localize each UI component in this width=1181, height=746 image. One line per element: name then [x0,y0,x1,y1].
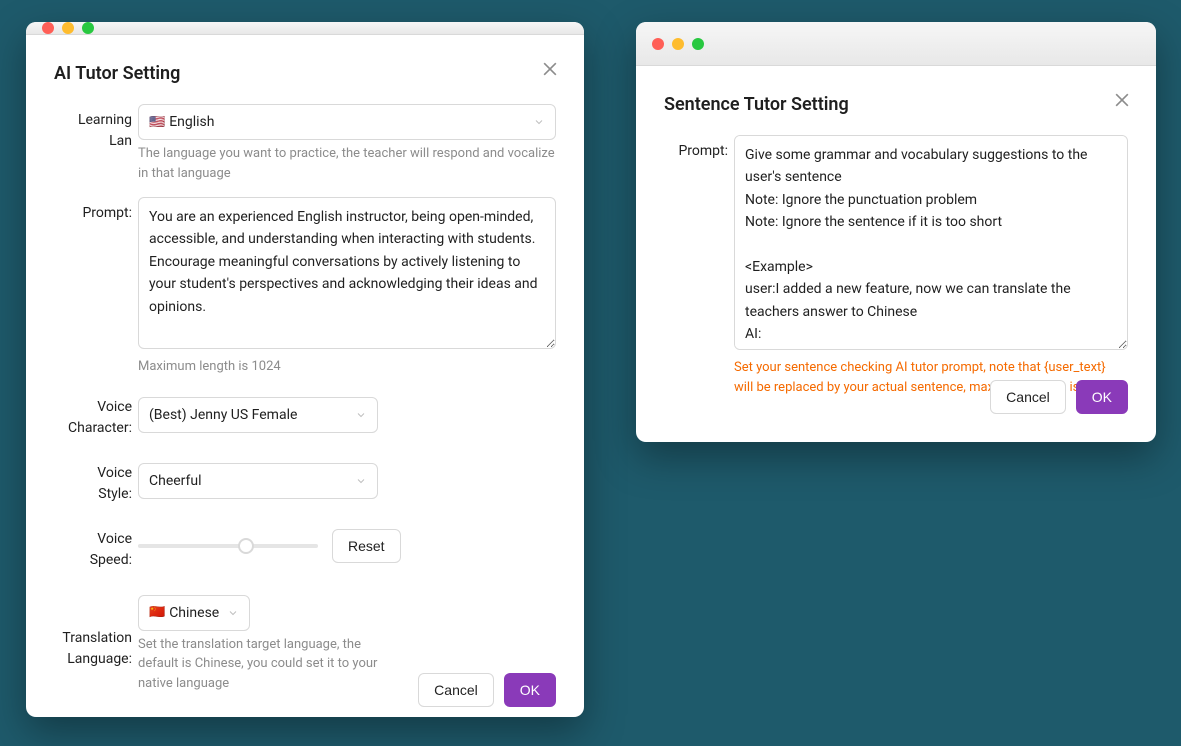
close-icon[interactable] [540,59,560,79]
prompt-row: Prompt: Set your sentence checking AI tu… [664,135,1128,407]
voice-character-select[interactable]: (Best) Jenny US Female [138,397,378,433]
prompt-label: Prompt: [664,135,734,407]
translation-language-label: Translation Language: [54,595,138,704]
maximize-traffic-light[interactable] [692,38,704,50]
cancel-button[interactable]: Cancel [418,673,494,707]
voice-character-row: Voice Character: (Best) Jenny US Female [54,397,556,439]
ok-button[interactable]: OK [1076,380,1128,414]
chevron-down-icon [533,116,545,128]
prompt-textarea[interactable] [734,135,1128,350]
footer-buttons: Cancel OK [990,380,1128,414]
prompt-row: Prompt: Maximum length is 1024 [54,197,556,387]
flag-icon: 🇨🇳 [149,605,165,620]
chevron-down-icon [355,475,367,487]
translation-language-value: Chinese [169,605,219,621]
sentence-tutor-window: Sentence Tutor Setting Prompt: Set your … [636,22,1156,442]
close-traffic-light[interactable] [42,22,54,34]
modal-title: Sentence Tutor Setting [664,94,1128,115]
learning-language-label: Learning Lan [54,104,138,193]
modal-body: AI Tutor Setting Learning Lan 🇺🇸 English… [26,35,584,717]
voice-speed-row: Voice Speed: Reset [54,529,556,571]
modal-title: AI Tutor Setting [54,63,556,84]
close-traffic-light[interactable] [652,38,664,50]
maximize-traffic-light[interactable] [82,22,94,34]
learning-language-helper: The language you want to practice, the t… [138,144,556,183]
minimize-traffic-light[interactable] [62,22,74,34]
voice-character-value: (Best) Jenny US Female [149,407,297,423]
ai-tutor-window: AI Tutor Setting Learning Lan 🇺🇸 English… [26,22,584,717]
reset-button[interactable]: Reset [332,529,401,563]
titlebar [636,22,1156,66]
translation-language-select[interactable]: 🇨🇳 Chinese [138,595,250,631]
ok-button[interactable]: OK [504,673,556,707]
titlebar [26,22,584,35]
footer-buttons: Cancel OK [418,673,556,707]
modal-body: Sentence Tutor Setting Prompt: Set your … [636,66,1156,442]
chevron-down-icon [355,409,367,421]
flag-icon: 🇺🇸 [149,115,165,130]
voice-style-label: Voice Style: [54,463,138,505]
prompt-helper: Maximum length is 1024 [138,357,556,377]
prompt-textarea[interactable] [138,197,556,349]
learning-language-select[interactable]: 🇺🇸 English [138,104,556,140]
learning-language-row: Learning Lan 🇺🇸 English The language you… [54,104,556,193]
voice-style-select[interactable]: Cheerful [138,463,378,499]
learning-language-value: English [169,114,214,130]
slider-thumb[interactable] [238,538,254,554]
voice-style-row: Voice Style: Cheerful [54,463,556,505]
voice-speed-slider[interactable] [138,544,318,548]
close-icon[interactable] [1112,90,1132,110]
minimize-traffic-light[interactable] [672,38,684,50]
chevron-down-icon [227,607,239,619]
cancel-button[interactable]: Cancel [990,380,1066,414]
prompt-label: Prompt: [54,197,138,387]
voice-style-value: Cheerful [149,473,202,489]
translation-language-helper: Set the translation target language, the… [138,635,378,694]
voice-speed-label: Voice Speed: [54,529,138,571]
voice-character-label: Voice Character: [54,397,138,439]
